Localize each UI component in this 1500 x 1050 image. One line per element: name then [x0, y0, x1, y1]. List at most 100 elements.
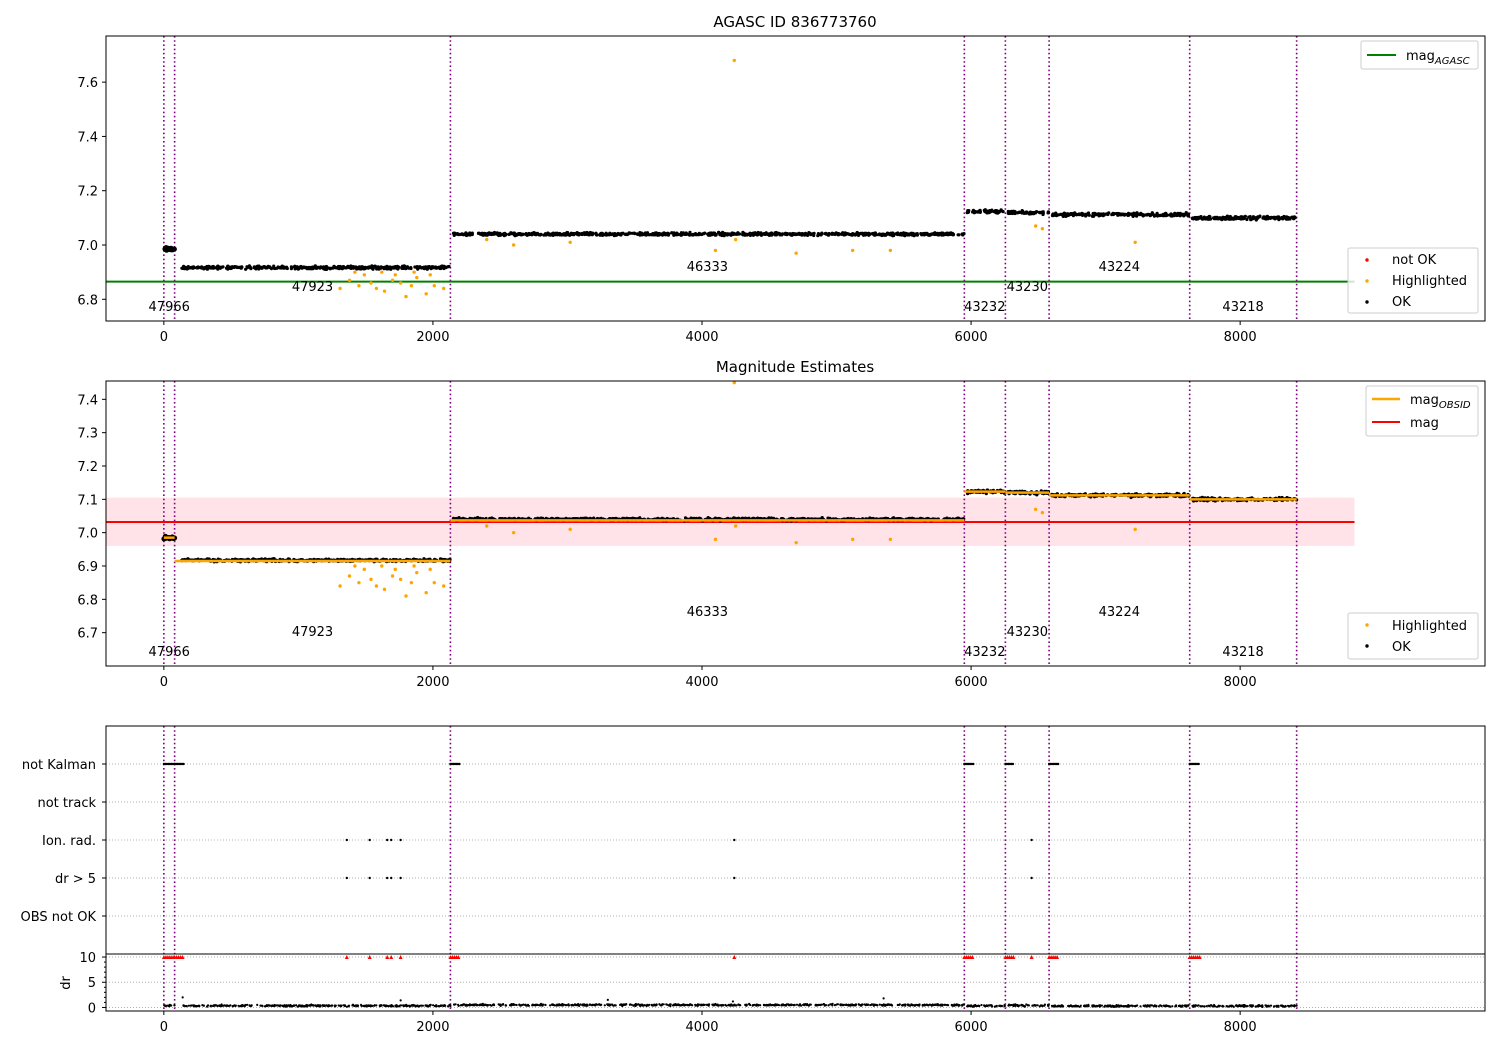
dr-point: [724, 1003, 727, 1007]
dr-point: [798, 1003, 802, 1006]
dr-point: [896, 1003, 899, 1007]
dr-point: [243, 1005, 246, 1008]
dr-point: [923, 1003, 926, 1007]
x-tick-label: 6000: [955, 330, 988, 345]
ok-point: [834, 231, 838, 235]
ok-point: [924, 232, 929, 236]
dr-point: [290, 1005, 293, 1008]
dr-point: [202, 1004, 205, 1007]
dr-point: [748, 1003, 751, 1006]
flag-point: [1056, 762, 1060, 766]
highlighted-point: [794, 251, 798, 255]
x-tick-label: 4000: [685, 330, 718, 345]
dr-point: [642, 1004, 646, 1007]
dr-point: [1023, 1005, 1026, 1008]
ok-point: [1091, 211, 1095, 216]
dr-point: [437, 1005, 440, 1008]
ok-point: [1230, 216, 1234, 221]
ok-point: [603, 233, 607, 237]
ok-point: [826, 233, 830, 237]
ok-point: [1184, 212, 1188, 216]
dr-point: [955, 1004, 958, 1007]
ok-point: [300, 265, 304, 269]
ok-point: [1262, 215, 1266, 219]
dr-point: [476, 1004, 479, 1007]
highlighted-point: [409, 580, 414, 585]
legend-highlighted-marker: [1365, 279, 1369, 283]
x-tick-label: 8000: [1224, 330, 1257, 345]
y-tick-label: 7.1: [77, 493, 98, 508]
ok-point: [307, 266, 311, 270]
obsid-label: 43232: [964, 645, 1005, 660]
ok-point: [1020, 211, 1024, 215]
dr-point: [691, 1004, 694, 1007]
ok-point: [469, 232, 473, 236]
dr-point: [666, 1003, 669, 1006]
obsid-label: 47923: [292, 280, 333, 295]
flag-point: [345, 876, 349, 880]
ok-point: [349, 266, 353, 270]
ok-point: [402, 264, 406, 268]
dr-point: [197, 1005, 200, 1008]
dr-point: [571, 1003, 574, 1006]
ok-point: [434, 266, 438, 270]
dr-point: [952, 1004, 955, 1007]
ok-point: [586, 233, 590, 237]
dr-point: [561, 1003, 564, 1006]
dr-point: [549, 1004, 552, 1007]
dr-point: [745, 1004, 748, 1007]
ok-point: [595, 233, 599, 237]
dr-point: [429, 1003, 432, 1007]
ok-point: [608, 231, 612, 235]
highlighted-point: [369, 281, 373, 285]
dr-point: [301, 1005, 305, 1008]
dr-point: [907, 1003, 910, 1006]
highlighted-point: [412, 270, 416, 274]
highlighted-point: [485, 237, 489, 242]
ok-point: [972, 211, 976, 215]
dr-point: [513, 1003, 517, 1006]
dr-point: [360, 1003, 363, 1007]
ok-point: [502, 232, 506, 236]
flag-point: [390, 838, 393, 842]
dr-point: [845, 1003, 848, 1007]
highlighted-point: [338, 584, 342, 588]
dr-point: [480, 1003, 483, 1007]
ok-point: [1046, 210, 1050, 214]
ok-point: [311, 265, 315, 269]
highlighted-point: [511, 530, 516, 535]
dr-point: [491, 1003, 494, 1006]
dr-point: [384, 1004, 387, 1007]
dr-point: [790, 1003, 793, 1006]
dr-point: [509, 1004, 512, 1007]
highlighted-point: [1133, 240, 1137, 244]
flag-point: [972, 762, 975, 766]
flag-point: [385, 876, 389, 880]
ok-point: [196, 266, 200, 270]
legend-ok-marker: [1365, 644, 1369, 648]
ok-point: [1195, 215, 1199, 220]
dr-point: [163, 1004, 166, 1007]
dr-point: [260, 1004, 263, 1007]
obsid-label: 43230: [1007, 280, 1048, 295]
dr-point: [226, 1004, 229, 1008]
ok-point: [490, 232, 494, 237]
dr-point: [755, 1004, 758, 1007]
ok-point: [455, 232, 459, 236]
ok-point: [806, 232, 810, 236]
flag-point: [399, 838, 402, 842]
highlighted-point: [1040, 227, 1045, 231]
dr-point: [614, 1004, 617, 1007]
dr-point: [591, 1003, 594, 1007]
panel2-legend-lower: Highlighted OK: [1347, 612, 1479, 660]
ok-point: [741, 233, 745, 237]
obsid-label: 43218: [1222, 300, 1263, 315]
ok-point: [293, 264, 297, 268]
ok-point: [1206, 215, 1210, 220]
ok-point: [1110, 213, 1114, 217]
ok-point: [719, 232, 724, 236]
ok-point: [229, 266, 233, 270]
dr-point: [371, 1004, 374, 1008]
dr-point: [654, 1004, 657, 1007]
dr-point: [1003, 1004, 1006, 1007]
